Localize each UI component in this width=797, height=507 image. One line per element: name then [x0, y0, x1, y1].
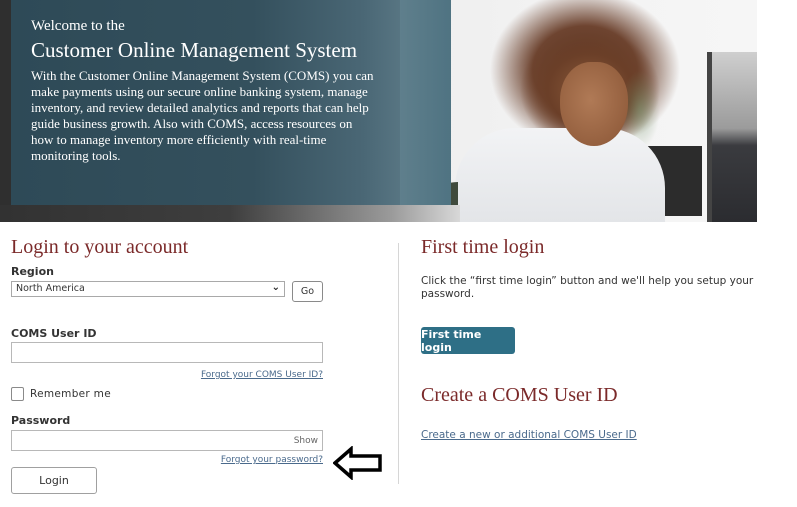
person-face: [560, 62, 628, 146]
hero-frame: [0, 205, 460, 222]
left-arrow-icon: [333, 446, 382, 480]
hero-panel-edge: [400, 0, 451, 205]
region-select[interactable]: North America ⌄: [11, 281, 285, 297]
region-label: Region: [11, 265, 54, 278]
user-id-label: COMS User ID: [11, 327, 97, 340]
first-time-login-button[interactable]: First time login: [421, 327, 515, 354]
hero-kicker: Welcome to the: [31, 18, 125, 34]
login-button[interactable]: Login: [11, 467, 97, 494]
hero-description: With the Customer Online Management Syst…: [31, 68, 374, 163]
create-user-id-link[interactable]: Create a new or additional COMS User ID: [421, 429, 637, 441]
first-time-description: Click the “first time login” button and …: [421, 275, 754, 300]
monitor-image: [707, 52, 757, 222]
remember-me-checkbox[interactable]: [11, 387, 24, 401]
login-heading: Login to your account: [11, 236, 189, 258]
region-select-value: North America: [16, 283, 85, 294]
region-go-button[interactable]: Go: [292, 281, 323, 302]
show-password-toggle[interactable]: Show: [294, 436, 318, 446]
hero-text: Welcome to the Customer Online Managemen…: [31, 17, 376, 164]
person-shirt: [455, 128, 665, 222]
forgot-user-id-link[interactable]: Forgot your COMS User ID?: [201, 370, 323, 380]
hero-banner: Welcome to the Customer Online Managemen…: [0, 0, 757, 222]
remember-me-label[interactable]: Remember me: [30, 388, 111, 400]
forgot-password-link[interactable]: Forgot your password?: [221, 455, 323, 465]
chevron-down-icon: ⌄: [271, 282, 280, 293]
create-id-heading: Create a COMS User ID: [421, 384, 618, 406]
user-id-input[interactable]: [11, 342, 323, 363]
hero-title: Customer Online Management System: [31, 38, 358, 62]
first-time-heading: First time login: [421, 236, 545, 258]
password-label: Password: [11, 414, 71, 427]
password-input[interactable]: Show: [11, 430, 323, 451]
column-divider: [398, 243, 399, 484]
